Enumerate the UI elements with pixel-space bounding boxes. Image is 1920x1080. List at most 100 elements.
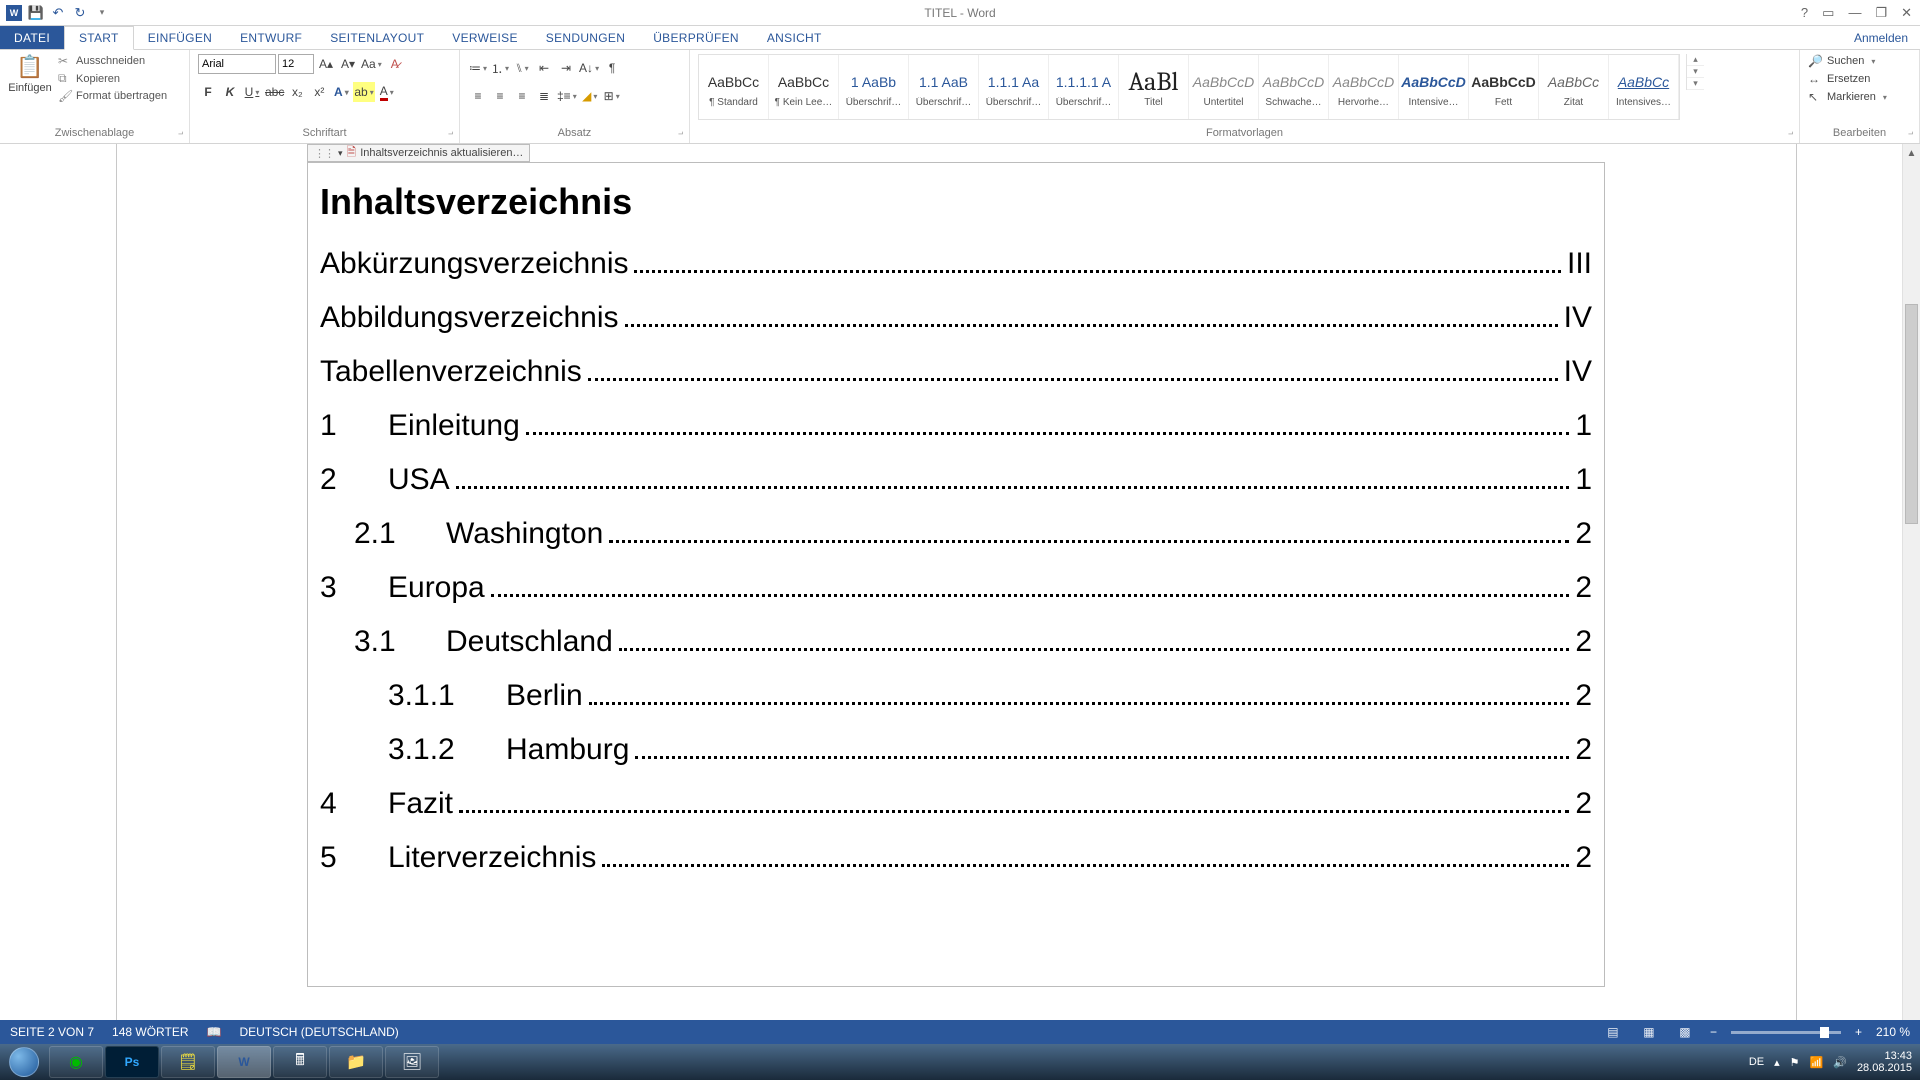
toc-entry[interactable]: 2USA1 — [320, 463, 1592, 497]
toc-entry[interactable]: TabellenverzeichnisIV — [320, 355, 1592, 389]
scroll-thumb[interactable] — [1905, 304, 1918, 524]
toc-entry[interactable]: AbkürzungsverzeichnisIII — [320, 247, 1592, 281]
chevron-down-icon[interactable]: ▾ — [338, 148, 343, 159]
bullets-button[interactable]: ≔ — [468, 58, 488, 78]
toc-field[interactable]: Inhaltsverzeichnis Abkürzungsverzeichnis… — [307, 162, 1605, 987]
style-item[interactable]: 1.1 AaBÜberschrif… — [909, 55, 979, 119]
style-item[interactable]: 1.1.1.1 AÜberschrif… — [1049, 55, 1119, 119]
multilevel-button[interactable]: ⑊ — [512, 58, 532, 78]
clear-formatting-button[interactable]: A̷ — [385, 54, 405, 74]
style-item[interactable]: AaBbCcDIntensive… — [1399, 55, 1469, 119]
style-item[interactable]: AaBbCcDSchwache… — [1259, 55, 1329, 119]
proofing-icon[interactable]: 📖 — [207, 1025, 222, 1039]
styles-gallery[interactable]: AaBbCc¶ StandardAaBbCc¶ Kein Lee…1 AaBbÜ… — [698, 54, 1680, 120]
style-item[interactable]: AaBbCcIntensives… — [1609, 55, 1679, 119]
change-case-button[interactable]: Aa — [360, 54, 383, 74]
toc-entry[interactable]: AbbildungsverzeichnisIV — [320, 301, 1592, 335]
taskbar-calc[interactable]: 🖩 — [273, 1046, 327, 1078]
copy-button[interactable]: ⧉Kopieren — [58, 71, 167, 86]
web-layout-button[interactable]: ▩ — [1674, 1023, 1696, 1041]
start-button[interactable] — [0, 1044, 48, 1080]
ribbon-options-icon[interactable]: ▭ — [1822, 5, 1834, 21]
font-name-input[interactable] — [198, 54, 276, 74]
redo-icon[interactable]: ↻ — [72, 5, 88, 21]
toc-entry[interactable]: 1Einleitung1 — [320, 409, 1592, 443]
font-color-button[interactable]: A — [377, 82, 397, 102]
taskbar-explorer[interactable]: 📁 — [329, 1046, 383, 1078]
tab-file[interactable]: DATEI — [0, 26, 64, 49]
close-icon[interactable]: ✕ — [1901, 5, 1912, 21]
show-marks-button[interactable]: ¶ — [602, 58, 622, 78]
taskbar-word[interactable]: W — [217, 1046, 271, 1078]
increase-indent-button[interactable]: ⇥ — [556, 58, 576, 78]
style-item[interactable]: AaBlTitel — [1119, 55, 1189, 119]
text-effects-button[interactable]: A — [331, 82, 351, 102]
sort-button[interactable]: A↓ — [578, 58, 600, 78]
read-mode-button[interactable]: ▤ — [1602, 1023, 1624, 1041]
toc-entry[interactable]: 3.1Deutschland2 — [320, 625, 1592, 659]
qat-customize-icon[interactable]: ▾ — [94, 5, 110, 21]
zoom-in-button[interactable]: + — [1855, 1025, 1862, 1039]
strikethrough-button[interactable]: abc — [264, 82, 285, 102]
tab-design[interactable]: ENTWURF — [226, 26, 316, 49]
restore-icon[interactable]: ❐ — [1875, 5, 1887, 21]
tab-view[interactable]: ANSICHT — [753, 26, 836, 49]
select-button[interactable]: ↖Markieren▾ — [1808, 90, 1911, 104]
style-item[interactable]: AaBbCcDHervorhe… — [1329, 55, 1399, 119]
tab-pagelayout[interactable]: SEITENLAYOUT — [316, 26, 438, 49]
status-words[interactable]: 148 WÖRTER — [112, 1025, 188, 1039]
find-button[interactable]: 🔎Suchen▾ — [1808, 54, 1911, 68]
shrink-font-button[interactable]: A▾ — [338, 54, 358, 74]
toc-entry[interactable]: 3.1.1Berlin2 — [320, 679, 1592, 713]
style-item[interactable]: AaBbCcDFett — [1469, 55, 1539, 119]
font-size-input[interactable] — [278, 54, 314, 74]
borders-button[interactable]: ⊞ — [602, 86, 622, 106]
paste-button[interactable]: 📋 Einfügen — [8, 54, 52, 94]
toc-entry[interactable]: 5Literverzeichnis2 — [320, 841, 1592, 875]
line-spacing-button[interactable]: ‡≡ — [556, 86, 578, 106]
zoom-out-button[interactable]: − — [1710, 1025, 1717, 1039]
toc-entry[interactable]: 2.1Washington2 — [320, 517, 1592, 551]
tab-references[interactable]: VERWEISE — [438, 26, 532, 49]
tray-language[interactable]: DE — [1749, 1056, 1764, 1068]
toc-entry[interactable]: 3.1.2Hamburg2 — [320, 733, 1592, 767]
bold-button[interactable]: F — [198, 82, 218, 102]
grow-font-button[interactable]: A▴ — [316, 54, 336, 74]
underline-button[interactable]: U — [242, 82, 262, 102]
shading-button[interactable]: ◢ — [580, 86, 600, 106]
superscript-button[interactable]: x² — [309, 82, 329, 102]
minimize-icon[interactable]: — — [1848, 5, 1861, 21]
replace-button[interactable]: ↔Ersetzen — [1808, 72, 1911, 86]
toc-entry[interactable]: 4Fazit2 — [320, 787, 1592, 821]
numbering-button[interactable]: ⒈ — [490, 58, 510, 78]
sign-in-link[interactable]: Anmelden — [1842, 26, 1920, 49]
styles-gallery-scroll[interactable]: ▴ ▾ ▾ — [1686, 54, 1704, 90]
style-item[interactable]: AaBbCc¶ Standard — [699, 55, 769, 119]
tray-clock[interactable]: 13:43 28.08.2015 — [1857, 1050, 1912, 1074]
save-icon[interactable]: 💾 — [28, 5, 44, 21]
taskbar-chrome[interactable]: ◉ — [49, 1046, 103, 1078]
status-page[interactable]: SEITE 2 VON 7 — [10, 1025, 94, 1039]
style-item[interactable]: AaBbCcDUntertitel — [1189, 55, 1259, 119]
update-toc-label[interactable]: Inhaltsverzeichnis aktualisieren… — [360, 147, 523, 159]
cut-button[interactable]: ✂Ausschneiden — [58, 54, 167, 68]
align-center-button[interactable]: ≡ — [490, 86, 510, 106]
zoom-slider[interactable] — [1731, 1031, 1841, 1034]
styles-down-icon[interactable]: ▾ — [1687, 66, 1704, 78]
vertical-scrollbar[interactable]: ▲ ▼ — [1902, 144, 1920, 1056]
decrease-indent-button[interactable]: ⇤ — [534, 58, 554, 78]
highlight-button[interactable]: ab — [353, 82, 374, 102]
tab-mailings[interactable]: SENDUNGEN — [532, 26, 639, 49]
style-item[interactable]: AaBbCc¶ Kein Lee… — [769, 55, 839, 119]
taskbar-photos[interactable]: 🖼 — [385, 1046, 439, 1078]
styles-more-icon[interactable]: ▾ — [1687, 78, 1704, 90]
zoom-level[interactable]: 210 % — [1876, 1025, 1910, 1039]
taskbar-photoshop[interactable]: Ps — [105, 1046, 159, 1078]
styles-up-icon[interactable]: ▴ — [1687, 54, 1704, 66]
style-item[interactable]: AaBbCcZitat — [1539, 55, 1609, 119]
tab-review[interactable]: ÜBERPRÜFEN — [639, 26, 753, 49]
tray-flag-icon[interactable]: ⚑ — [1790, 1056, 1800, 1069]
format-painter-button[interactable]: 🖌Format übertragen — [58, 89, 167, 103]
undo-icon[interactable]: ↶ — [50, 5, 66, 21]
help-icon[interactable]: ? — [1801, 5, 1808, 21]
